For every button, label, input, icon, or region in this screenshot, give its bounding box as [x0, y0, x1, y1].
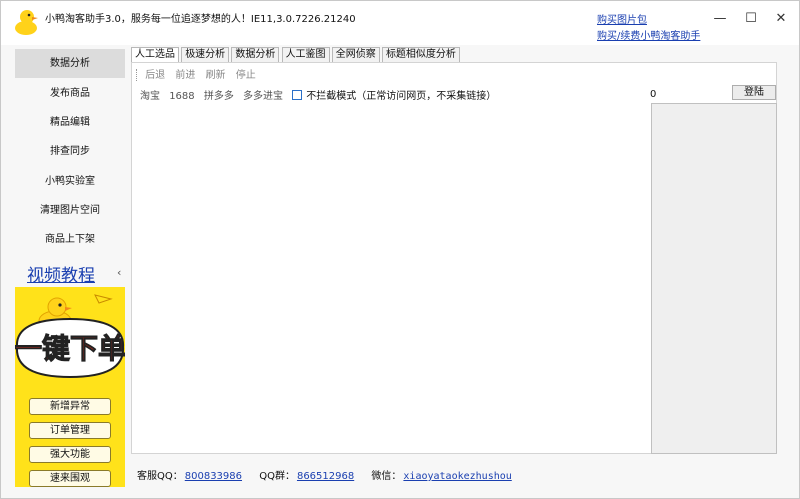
sidebar-item-shelf[interactable]: 商品上下架 [15, 225, 125, 254]
result-count: 0 [650, 89, 657, 100]
source-taobao[interactable]: 淘宝 [140, 87, 160, 102]
footer-wechat-link[interactable]: xiaoyataokezhushou [403, 471, 511, 482]
no-intercept-label: 不拦截模式（正常访问网页，不采集链接） [306, 91, 497, 102]
footer-wechat-label: 微信： [371, 471, 402, 482]
tab-fast-analysis[interactable]: 极速分析 [181, 47, 230, 63]
tab-bar: 人工选品 极速分析 数据分析 人工鉴图 全网侦察 标题相似度分析 [131, 47, 460, 63]
sidebar: 数据分析 发布商品 精品编辑 排查同步 小鸭实验室 清理图片空间 商品上下架 视… [15, 49, 125, 489]
footer-qq-link[interactable]: 800833986 [185, 471, 242, 482]
maximize-button[interactable]: ☐ [737, 9, 765, 29]
footer-contact: 客服QQ： 800833986 QQ群： 866512968 微信： xiaoyata… [137, 467, 526, 482]
one-click-order-banner: 一键下单 [15, 317, 125, 379]
duck-logo-icon [15, 10, 38, 35]
back-button[interactable]: 后退 [145, 66, 165, 81]
toolbar-grip-icon [136, 69, 138, 81]
tab-network-scout[interactable]: 全网侦察 [331, 47, 380, 63]
promo-button-order-management[interactable]: 订单管理 [29, 422, 111, 439]
login-button[interactable]: 登陆 [732, 85, 776, 100]
promo-button-new-exception[interactable]: 新增异常 [29, 398, 111, 415]
source-pinduoduo[interactable]: 拼多多 [204, 87, 234, 102]
forward-button[interactable]: 前进 [175, 66, 195, 81]
tab-title-similarity[interactable]: 标题相似度分析 [381, 47, 460, 63]
refresh-button[interactable]: 刷新 [206, 66, 226, 81]
source-selector: 淘宝 1688 拼多多 多多进宝 不拦截模式（正常访问网页，不采集链接） [140, 87, 496, 102]
tab-manual-selection[interactable]: 人工选品 [131, 47, 179, 63]
window-title: 小鸭淘客助手3.0，服务每一位追逐梦想的人！IE11,3.0.7226.2124… [45, 14, 356, 25]
browser-content-area: 后退 前进 刷新 停止 淘宝 1688 拼多多 多多进宝 不拦截模式（正常访问网… [131, 62, 777, 454]
no-intercept-checkbox[interactable] [292, 90, 303, 100]
promo-panel: 一键下单 新增异常 订单管理 强大功能 速来围观 [15, 287, 125, 487]
minimize-button[interactable]: — [706, 9, 734, 29]
sidebar-item-clean-images[interactable]: 清理图片空间 [15, 196, 125, 225]
result-list-panel[interactable] [651, 103, 777, 454]
footer-qq-label: 客服QQ： [137, 471, 183, 482]
close-button[interactable]: ✕ [767, 9, 795, 29]
sidebar-item-lab[interactable]: 小鸭实验室 [15, 167, 125, 196]
promo-button-come-look[interactable]: 速来围观 [29, 470, 111, 487]
promo-button-powerful-features[interactable]: 强大功能 [29, 446, 111, 463]
source-duoduojinbao[interactable]: 多多进宝 [243, 87, 283, 102]
video-tutorial-link[interactable]: 视频教程 [27, 261, 95, 286]
title-bar: 小鸭淘客助手3.0，服务每一位追逐梦想的人！IE11,3.0.7226.2124… [1, 1, 799, 45]
browser-toolbar: 后退 前进 刷新 停止 [136, 66, 263, 81]
sidebar-item-sync[interactable]: 排查同步 [15, 137, 125, 166]
buy-image-pack-link[interactable]: 购买图片包 [597, 11, 647, 26]
tab-image-review[interactable]: 人工鉴图 [281, 47, 330, 63]
banner-text: 一键下单 [15, 332, 125, 365]
footer-group-label: QQ群： [259, 471, 295, 482]
app-window: 小鸭淘客助手3.0，服务每一位追逐梦想的人！IE11,3.0.7226.2124… [0, 0, 800, 499]
collapse-icon[interactable]: ‹ [117, 266, 121, 279]
footer-group-link[interactable]: 866512968 [297, 471, 354, 482]
buy-renew-link[interactable]: 购买/续费小鸭淘客助手 [597, 27, 700, 42]
sidebar-item-publish[interactable]: 发布商品 [15, 79, 125, 108]
sidebar-item-edit[interactable]: 精品编辑 [15, 108, 125, 137]
source-1688[interactable]: 1688 [169, 91, 194, 102]
stop-button[interactable]: 停止 [236, 66, 256, 81]
tab-data-analysis[interactable]: 数据分析 [231, 47, 280, 63]
sidebar-item-data-analysis[interactable]: 数据分析 [15, 49, 125, 78]
